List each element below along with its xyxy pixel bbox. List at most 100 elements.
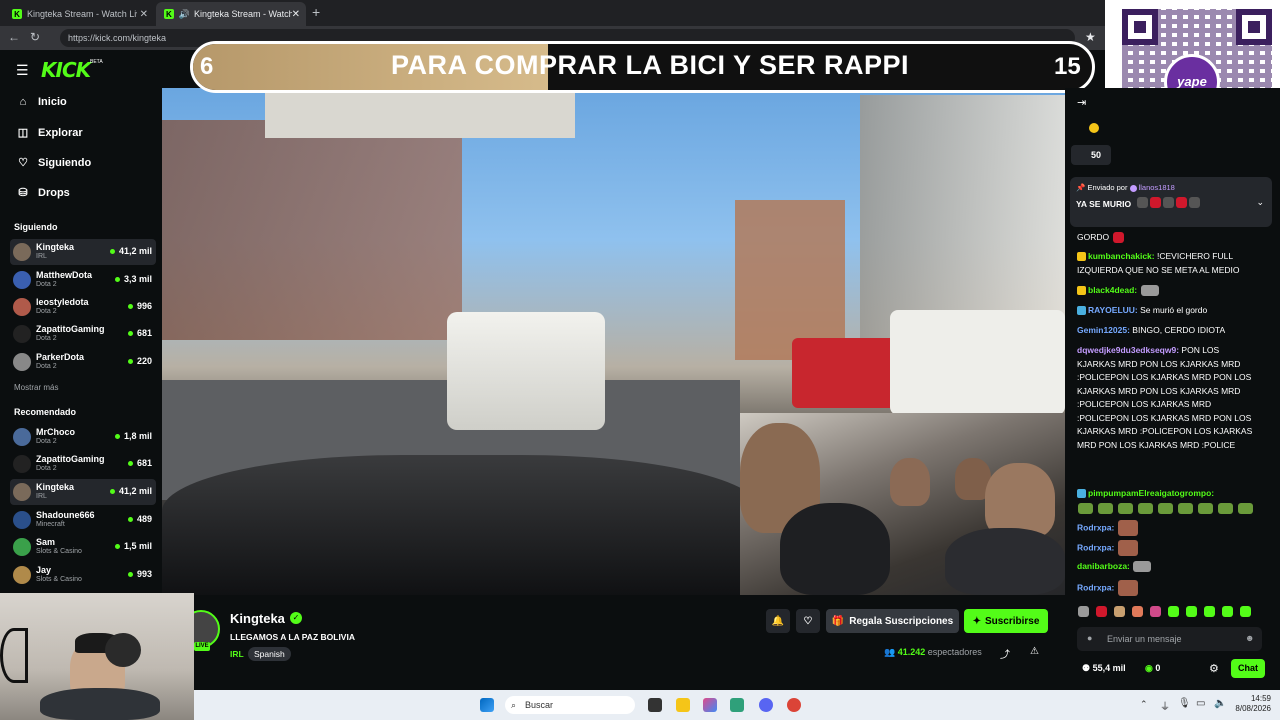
chat-username[interactable]: Gemin12025: bbox=[1077, 325, 1130, 335]
kick-coin-icon: ◉ bbox=[1145, 663, 1156, 673]
sidebar-channel-leostyledota[interactable]: leostyledota Dota 2 996 bbox=[10, 294, 156, 320]
channel-name: Sam bbox=[36, 537, 56, 547]
language-tag[interactable]: Spanish bbox=[248, 647, 291, 661]
emote-icon[interactable] bbox=[1240, 606, 1251, 617]
channel-category: Dota 2 bbox=[36, 363, 57, 370]
chat-username[interactable]: Rodrxpa: bbox=[1077, 542, 1114, 552]
copilot-icon[interactable] bbox=[703, 698, 717, 712]
emoji-picker-icon[interactable]: ☻ bbox=[1245, 633, 1254, 643]
share-icon[interactable]: ⤴ bbox=[1000, 646, 1010, 661]
cat-emote-icon[interactable] bbox=[1078, 606, 1089, 617]
gear-icon[interactable]: ⚙ bbox=[1209, 662, 1219, 675]
file-explorer-icon[interactable] bbox=[676, 698, 690, 712]
chrome-icon[interactable] bbox=[787, 698, 801, 712]
emote-icon[interactable] bbox=[1114, 606, 1125, 617]
new-tab-icon[interactable]: + bbox=[312, 4, 320, 20]
collapse-chat-icon[interactable]: ⇥ bbox=[1077, 96, 1086, 109]
chat-username[interactable]: dqwedjke9du3edkseqw9: bbox=[1077, 345, 1179, 355]
sidebar-channel-kingteka[interactable]: Kingteka IRL 41,2 mil bbox=[10, 239, 156, 265]
avatar bbox=[13, 325, 31, 343]
nav-following[interactable]: ♡ Siguiendo bbox=[16, 156, 91, 170]
edge-icon[interactable] bbox=[730, 698, 744, 712]
windows-start-icon[interactable] bbox=[480, 698, 494, 712]
gift-subs-button[interactable]: 🎁 Regala Suscripciones bbox=[826, 609, 959, 633]
category-link[interactable]: IRL bbox=[230, 649, 244, 659]
nav-home[interactable]: ⌂ Inicio bbox=[16, 96, 67, 108]
video-scene-van bbox=[792, 338, 902, 408]
sidebar-channel-parkerdota[interactable]: ParkerDota Dota 2 220 bbox=[10, 349, 156, 375]
sidebar-channel-matthewdota[interactable]: MatthewDota Dota 2 3,3 mil bbox=[10, 267, 156, 293]
chat-username[interactable]: pimpumpamElreaigatogrompo: bbox=[1088, 488, 1214, 498]
chat-username[interactable]: danibarboza: bbox=[1077, 561, 1130, 571]
sidebar-channel-kingteka[interactable]: Kingteka IRL 41,2 mil bbox=[10, 479, 156, 505]
volume-icon[interactable]: 🔈 bbox=[1214, 698, 1226, 709]
chevron-down-icon[interactable]: ⌄ bbox=[1256, 197, 1264, 208]
chat-username[interactable]: RAYOELUU: bbox=[1088, 305, 1138, 315]
chat-username[interactable]: black4dead: bbox=[1088, 285, 1137, 295]
emote-icon[interactable] bbox=[1150, 606, 1161, 617]
chat-message: dqwedjke9du3edkseqw9: PON LOS KJARKAS MR… bbox=[1077, 344, 1257, 482]
channel-name: ZapatitoGaming bbox=[36, 324, 105, 334]
sidebar-channel-zapatitogaming[interactable]: ZapatitoGaming Dota 2 681 bbox=[10, 321, 156, 347]
flame-emote-icon bbox=[1176, 197, 1187, 208]
browser-tab-active[interactable]: K 🔊 Kingteka Stream - Watch Live ✕ bbox=[156, 2, 306, 26]
gift-leaderboard-icon[interactable] bbox=[1089, 123, 1099, 133]
chevron-up-icon[interactable]: ⌃ bbox=[1140, 699, 1148, 710]
chat-username[interactable]: Rodrxpa: bbox=[1077, 582, 1114, 592]
emote-icon[interactable] bbox=[1186, 606, 1197, 617]
clock[interactable]: 14:59 8/08/2026 bbox=[1226, 694, 1271, 714]
taskbar-search[interactable]: ⌕ Buscar bbox=[505, 696, 635, 714]
discord-icon[interactable] bbox=[759, 698, 773, 712]
flame-emote-icon[interactable] bbox=[1096, 606, 1107, 617]
sidebar-channel-shadoune666[interactable]: Shadoune666 Minecraft 489 bbox=[10, 507, 156, 533]
cat-emote-icon bbox=[1140, 285, 1159, 297]
sidebar-channel-mrchoco[interactable]: MrChoco Dota 2 1,8 mil bbox=[10, 424, 156, 450]
chat-username[interactable]: kumbanchakick: bbox=[1088, 251, 1155, 261]
channel-category: IRL bbox=[36, 253, 47, 260]
heart-follow-icon[interactable]: ♡ bbox=[796, 609, 820, 633]
chat-message: black4dead: bbox=[1077, 284, 1257, 298]
microphone-icon[interactable]: 🎙 bbox=[1178, 698, 1191, 709]
emote-icon[interactable] bbox=[1132, 606, 1143, 617]
chat-message: Rodrxpa: bbox=[1077, 580, 1257, 596]
hamburger-menu-icon[interactable]: ☰ bbox=[16, 62, 29, 79]
avatar bbox=[13, 271, 31, 289]
chat-send-button[interactable]: Chat bbox=[1231, 659, 1265, 678]
avatar bbox=[13, 298, 31, 316]
video-scene-building bbox=[162, 120, 462, 340]
sidebar-channel-sam[interactable]: Sam Slots & Casino 1,5 mil bbox=[10, 534, 156, 560]
emote-icon[interactable] bbox=[1168, 606, 1179, 617]
nav-explore[interactable]: ◫ Explorar bbox=[16, 126, 83, 140]
bookmark-star-icon[interactable]: ★ bbox=[1085, 30, 1096, 44]
speaker-icon[interactable]: 🔊 bbox=[179, 9, 190, 20]
chat-username[interactable]: Rodrxpa: bbox=[1077, 522, 1114, 532]
chat-input[interactable]: Enviar un mensaje bbox=[1077, 627, 1262, 651]
display-icon[interactable]: ▭ bbox=[1196, 698, 1205, 709]
nav-drops[interactable]: ⛁ Drops bbox=[16, 186, 69, 200]
sidebar-channel-jay[interactable]: Jay Slots & Casino 993 bbox=[10, 562, 156, 588]
task-view-icon[interactable] bbox=[648, 698, 662, 712]
top-gifter-count[interactable]: 50 bbox=[1071, 145, 1111, 165]
close-tab-icon[interactable]: ✕ bbox=[292, 9, 300, 20]
back-arrow-icon[interactable]: ← bbox=[8, 30, 20, 44]
user-settings-icon[interactable]: ● bbox=[1087, 633, 1092, 643]
bell-icon[interactable]: 🔔 bbox=[766, 609, 790, 633]
streamer-name[interactable]: Kingteka bbox=[230, 611, 285, 626]
channel-points[interactable]: ⚉ 55,4 mil bbox=[1082, 663, 1126, 674]
reload-icon[interactable]: ↻ bbox=[30, 30, 40, 44]
sidebar-channel-zapatitogaming[interactable]: ZapatitoGaming Dota 2 681 bbox=[10, 451, 156, 477]
kick-logo[interactable]: KICK bbox=[41, 58, 91, 82]
recommended-section-title: Recomendado bbox=[14, 407, 77, 417]
emote-icon[interactable] bbox=[1204, 606, 1215, 617]
browser-tab[interactable]: K Kingteka Stream - Watch Live on K ✕ bbox=[4, 2, 154, 26]
network-icon[interactable]: ⏚ bbox=[1160, 698, 1170, 713]
drops-icon: ⛁ bbox=[18, 187, 28, 199]
emote-icon[interactable] bbox=[1222, 606, 1233, 617]
frog-emotes bbox=[1077, 502, 1257, 514]
report-warning-icon[interactable]: ⚠ bbox=[1030, 646, 1039, 657]
close-tab-icon[interactable]: ✕ bbox=[140, 9, 148, 20]
subscribe-label: Suscribirse bbox=[984, 615, 1040, 627]
subscribe-button[interactable]: ✦ Suscribirse bbox=[964, 609, 1048, 633]
show-more-link[interactable]: Mostrar más bbox=[14, 383, 58, 392]
kick-points[interactable]: ◉ 0 bbox=[1145, 663, 1160, 674]
